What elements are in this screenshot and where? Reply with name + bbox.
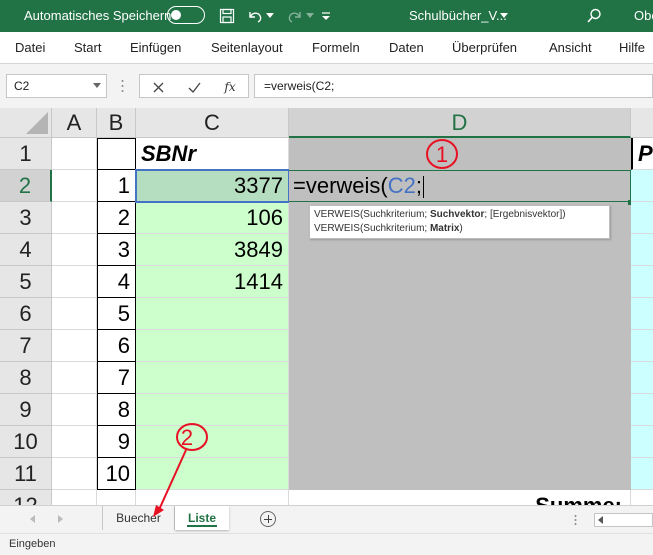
annotation-overlay: 1 2 [153,139,458,517]
marker-2-label: 2 [181,425,193,450]
marker-2-arrow [157,449,187,513]
marker-1-label: 1 [436,142,448,167]
arrow-head-icon [153,505,164,517]
